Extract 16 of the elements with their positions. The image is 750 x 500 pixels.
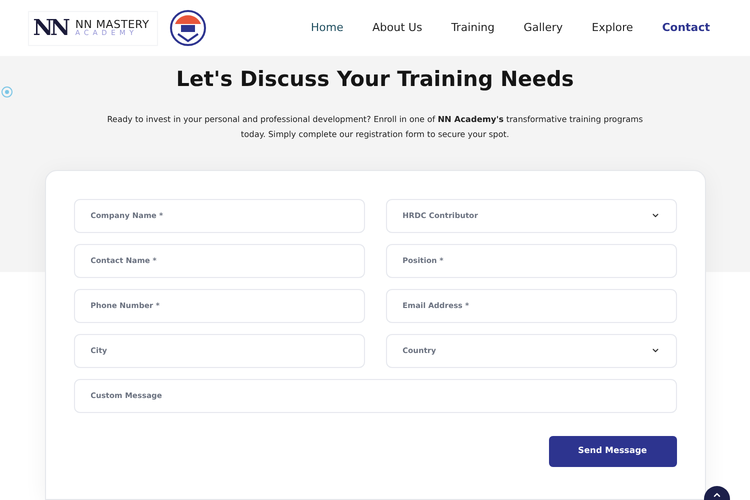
chevron-down-icon (650, 211, 660, 220)
nav-link[interactable]: Home (310, 20, 344, 36)
circle-icon (1, 86, 13, 98)
nav-link[interactable]: About Us (372, 20, 422, 36)
badge-logo-icon (170, 10, 206, 46)
nav-link[interactable]: Training (451, 20, 495, 36)
nav-link[interactable]: Explore (592, 20, 634, 36)
chevron-up-icon (712, 490, 722, 500)
logo-monogram: NN (32, 14, 68, 42)
chevron-down-icon (650, 346, 660, 355)
logo-name: NN MASTERY (75, 19, 150, 30)
nav-link[interactable]: Gallery (524, 20, 563, 36)
send-message-button[interactable]: Send Message (548, 436, 676, 466)
page-heading: Let's Discuss Your Training Needs (176, 66, 574, 93)
intro-text: Ready to invest in your personal and professional development? Enroll in one of NN Academy's transformative training programs today. Simply complete our registration form to secure your spot. (106, 112, 644, 141)
nav-link[interactable]: Contact (662, 20, 710, 36)
